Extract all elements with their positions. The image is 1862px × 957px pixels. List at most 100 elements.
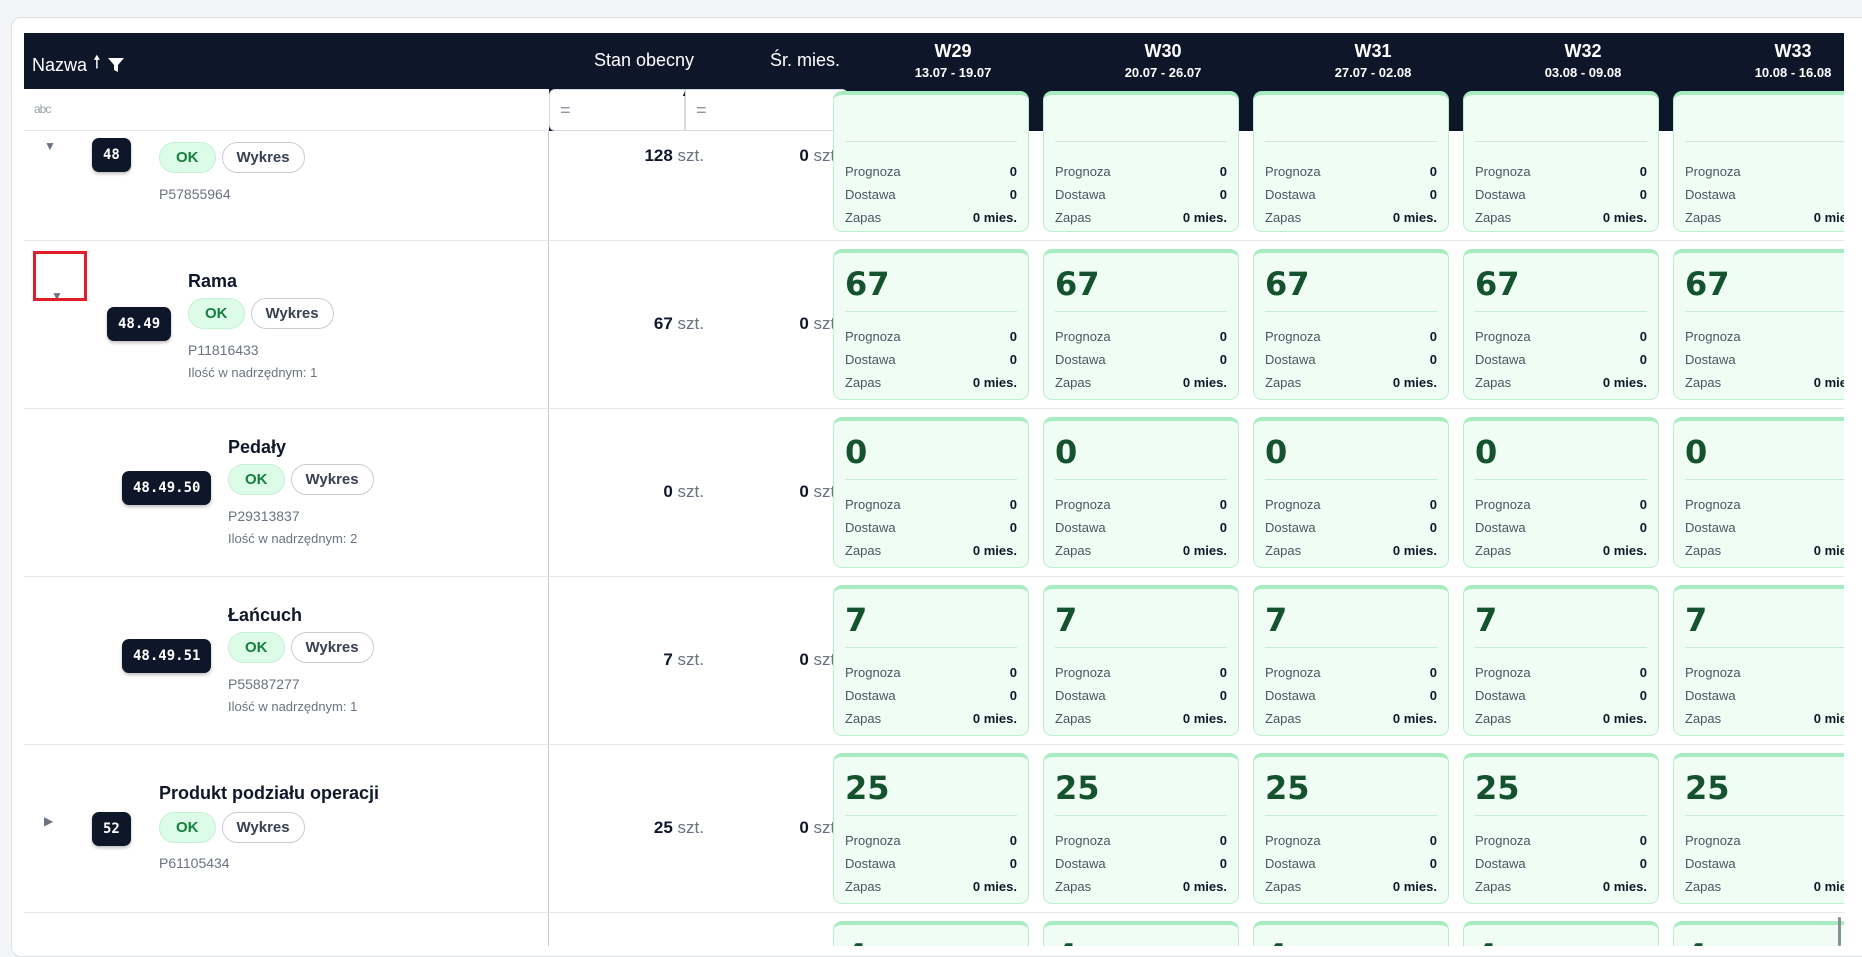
table-body: ▼ 48 OK Wykres P57855964 128 szt. 0 szt.… [24, 91, 1844, 946]
arrow-up-icon[interactable]: 🠕 [93, 50, 101, 80]
week-card[interactable]: 7 Prognoza 0 Dostawa 0 Zapas 0 mies. [1043, 585, 1239, 736]
table-row: 48.49.50 Pedały OK Wykres P29313837 Iloś… [24, 409, 1844, 577]
week-stock-value: 0 [1475, 433, 1498, 471]
week-card[interactable]: 0 Prognoza 0 Dostawa 0 Zapas 0 mies. [833, 417, 1029, 568]
week-header-w31: W31 27.07 - 02.08 [1268, 41, 1478, 80]
week-card[interactable]: 0 Prognoza Dostawa Zapas 0 mie [1673, 417, 1844, 568]
forecast-line: Prognoza 0 [1475, 497, 1647, 512]
week-card[interactable]: 7 Prognoza Dostawa Zapas 0 mie [1673, 585, 1844, 736]
delivery-line: Dostawa 0 [845, 520, 1017, 535]
bom-forecast-table: Nazwa 🠕 Stan obecny Śr. mies. W29 13.07 … [24, 33, 1844, 946]
forecast-line: Prognoza 0 [1055, 665, 1227, 680]
card-separator [1265, 815, 1437, 816]
card-separator [1685, 479, 1844, 480]
reserve-line: Zapas 0 mies. [845, 210, 1017, 225]
delivery-line: Dostawa 0 [1475, 187, 1647, 202]
chart-button[interactable]: Wykres [250, 298, 334, 329]
current-stock-value: 0 szt. [584, 482, 704, 502]
forecast-line: Prognoza 0 [1055, 497, 1227, 512]
stock-unit: szt. [677, 650, 704, 669]
week-card[interactable]: 25 Prognoza 0 Dostawa 0 Zapas 0 mies. [1043, 753, 1239, 904]
column-header-average[interactable]: Śr. mies. [740, 50, 840, 71]
week-card[interactable]: 4 [833, 921, 1029, 946]
week-card[interactable]: 0 Prognoza 0 Dostawa 0 Zapas 0 mies. [1253, 417, 1449, 568]
product-sku: P11816433 [188, 342, 259, 358]
week-card[interactable]: 0 Prognoza 0 Dostawa 0 Zapas 0 mies. [1463, 417, 1659, 568]
week-card[interactable]: 67 Prognoza Dostawa Zapas 0 mie [1673, 249, 1844, 400]
status-ok-badge: OK [188, 298, 245, 329]
week-card[interactable]: 67 Prognoza 0 Dostawa 0 Zapas 0 mies. [1463, 249, 1659, 400]
forecast-line: Prognoza 0 [1055, 329, 1227, 344]
card-separator [845, 141, 1017, 142]
week-card[interactable]: Prognoza 0 Dostawa 0 Zapas 0 mies. [833, 91, 1029, 232]
chart-button[interactable]: Wykres [290, 464, 374, 495]
card-separator [1055, 815, 1227, 816]
delivery-line: Dostawa 0 [1265, 187, 1437, 202]
row-actions: OK Wykres [159, 142, 305, 173]
highlight-box [33, 251, 87, 301]
delivery-line: Dostawa [1685, 856, 1736, 871]
product-code-badge: 52 [92, 812, 131, 846]
forecast-line: Prognoza [1685, 329, 1741, 344]
name-filter-input[interactable]: abc [24, 89, 549, 131]
week-card[interactable]: Prognoza 0 Dostawa 0 Zapas 0 mies. [1463, 91, 1659, 232]
avg-filter-input[interactable]: = [685, 89, 848, 131]
week-card[interactable]: Prognoza 0 Dostawa 0 Zapas 0 mies. [1253, 91, 1449, 232]
week-card[interactable]: 4 [1673, 921, 1844, 946]
week-card[interactable]: 4 [1463, 921, 1659, 946]
card-separator [1475, 647, 1647, 648]
expand-caret-icon[interactable]: ▶ [44, 814, 53, 828]
delivery-line: Dostawa 0 [1475, 688, 1647, 703]
forecast-line: Prognoza 0 [845, 164, 1017, 179]
row-actions: OK Wykres [188, 298, 334, 329]
reserve-line: Zapas 0 mie [1685, 879, 1844, 894]
chart-button[interactable]: Wykres [221, 142, 305, 173]
collapse-caret-icon[interactable]: ▼ [44, 139, 56, 153]
forecast-line: Prognoza [1685, 833, 1741, 848]
table-row: ▶ 52 Produkt podziału operacji OK Wykres… [24, 745, 1844, 913]
forecast-line: Prognoza 0 [845, 497, 1017, 512]
stock-filter-input[interactable]: = ▲ [549, 89, 689, 131]
week-card[interactable]: 67 Prognoza 0 Dostawa 0 Zapas 0 mies. [833, 249, 1029, 400]
parent-quantity: Ilość w nadrzędnym: 1 [228, 699, 358, 714]
product-sku: P57855964 [159, 186, 231, 202]
week-card[interactable]: 25 Prognoza 0 Dostawa 0 Zapas 0 mies. [1463, 753, 1659, 904]
week-header-w30: W30 20.07 - 26.07 [1058, 41, 1268, 80]
week-card[interactable]: 25 Prognoza Dostawa Zapas 0 mie [1673, 753, 1844, 904]
delivery-line: Dostawa 0 [1475, 520, 1647, 535]
forecast-line: Prognoza 0 [1265, 329, 1437, 344]
card-separator [845, 647, 1017, 648]
week-card[interactable]: 7 Prognoza 0 Dostawa 0 Zapas 0 mies. [1253, 585, 1449, 736]
week-card[interactable]: 7 Prognoza 0 Dostawa 0 Zapas 0 mies. [1463, 585, 1659, 736]
column-header-stock[interactable]: Stan obecny [584, 50, 704, 71]
product-sku: P61105434 [159, 855, 230, 871]
week-card[interactable]: Prognoza Dostawa Zapas 0 mie [1673, 91, 1844, 232]
week-card[interactable]: 25 Prognoza 0 Dostawa 0 Zapas 0 mies. [833, 753, 1029, 904]
table-row: 4 4 4 4 4 [24, 913, 1844, 946]
week-card[interactable]: Prognoza 0 Dostawa 0 Zapas 0 mies. [1043, 91, 1239, 232]
reserve-line: Zapas 0 mies. [1475, 543, 1647, 558]
card-separator [845, 311, 1017, 312]
product-code-badge: 48.49 [107, 307, 172, 341]
week-card[interactable]: 67 Prognoza 0 Dostawa 0 Zapas 0 mies. [1253, 249, 1449, 400]
week-card[interactable]: 0 Prognoza 0 Dostawa 0 Zapas 0 mies. [1043, 417, 1239, 568]
delivery-line: Dostawa [1685, 352, 1736, 367]
chart-button[interactable]: Wykres [221, 812, 305, 843]
week-card[interactable]: 4 [1043, 921, 1239, 946]
card-separator [1265, 141, 1437, 142]
vertical-scrollbar[interactable] [1838, 917, 1841, 946]
week-stock-value: 0 [845, 433, 868, 471]
column-divider [548, 577, 549, 744]
column-divider [548, 913, 549, 946]
week-card[interactable]: 67 Prognoza 0 Dostawa 0 Zapas 0 mies. [1043, 249, 1239, 400]
funnel-icon[interactable] [107, 56, 125, 74]
week-card[interactable]: 25 Prognoza 0 Dostawa 0 Zapas 0 mies. [1253, 753, 1449, 904]
column-header-name[interactable]: Nazwa 🠕 [32, 50, 125, 80]
row-actions: OK Wykres [228, 464, 374, 495]
week-card[interactable]: 7 Prognoza 0 Dostawa 0 Zapas 0 mies. [833, 585, 1029, 736]
reserve-line: Zapas 0 mies. [1055, 543, 1227, 558]
current-stock-value: 67 szt. [584, 314, 704, 334]
monthly-average-value: 0 szt. [740, 818, 840, 838]
week-card[interactable]: 4 [1253, 921, 1449, 946]
chart-button[interactable]: Wykres [290, 632, 374, 663]
